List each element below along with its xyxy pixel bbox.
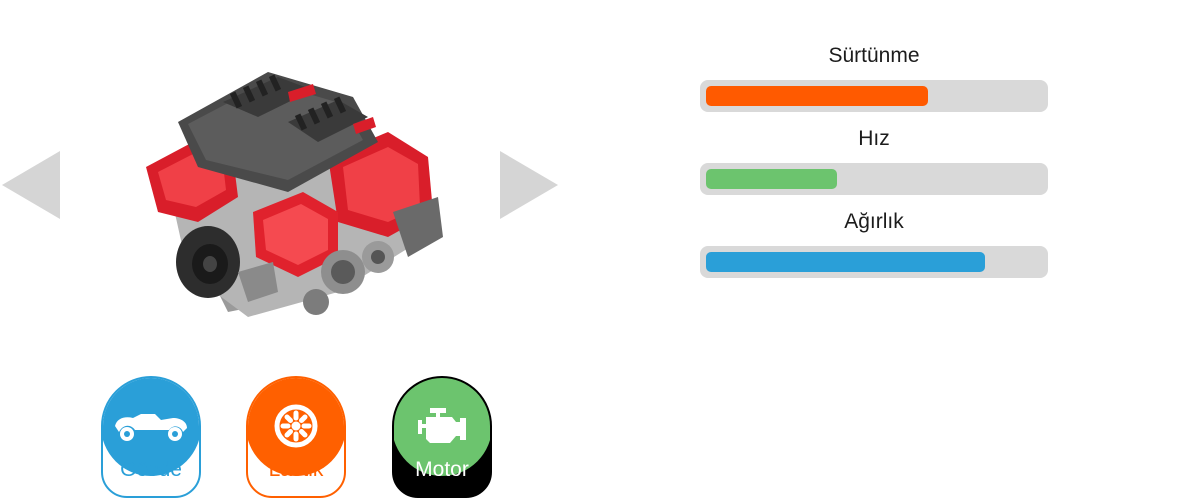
body-button-label: Gövde (120, 458, 182, 481)
weight-bar-fill (706, 252, 985, 272)
engine-button-label: Motor (415, 458, 469, 481)
speed-bar-fill (706, 169, 837, 189)
wheel-icon (274, 404, 318, 448)
next-arrow-icon[interactable] (500, 151, 558, 219)
stat-label-friction: Sürtünme (828, 44, 920, 67)
tire-button-label: Lastik (268, 458, 324, 481)
engine-part-button[interactable]: Motor (392, 376, 492, 498)
stat-label-speed: Hız (858, 127, 890, 150)
friction-bar (700, 80, 1048, 112)
previous-arrow-icon[interactable] (2, 151, 60, 219)
car-body-icon (115, 414, 187, 441)
engine-illustration (146, 72, 443, 317)
tire-part-button[interactable]: Lastik (246, 376, 346, 498)
engine-icon (418, 408, 466, 443)
speed-bar (700, 163, 1048, 195)
stat-label-weight: Ağırlık (844, 210, 904, 233)
body-part-button[interactable]: Gövde (101, 376, 201, 498)
game-screen: Sürtünme Hız Ağırlık Gövde Lastik Motor (0, 0, 1188, 499)
weight-bar (700, 246, 1048, 278)
friction-bar-fill (706, 86, 928, 106)
